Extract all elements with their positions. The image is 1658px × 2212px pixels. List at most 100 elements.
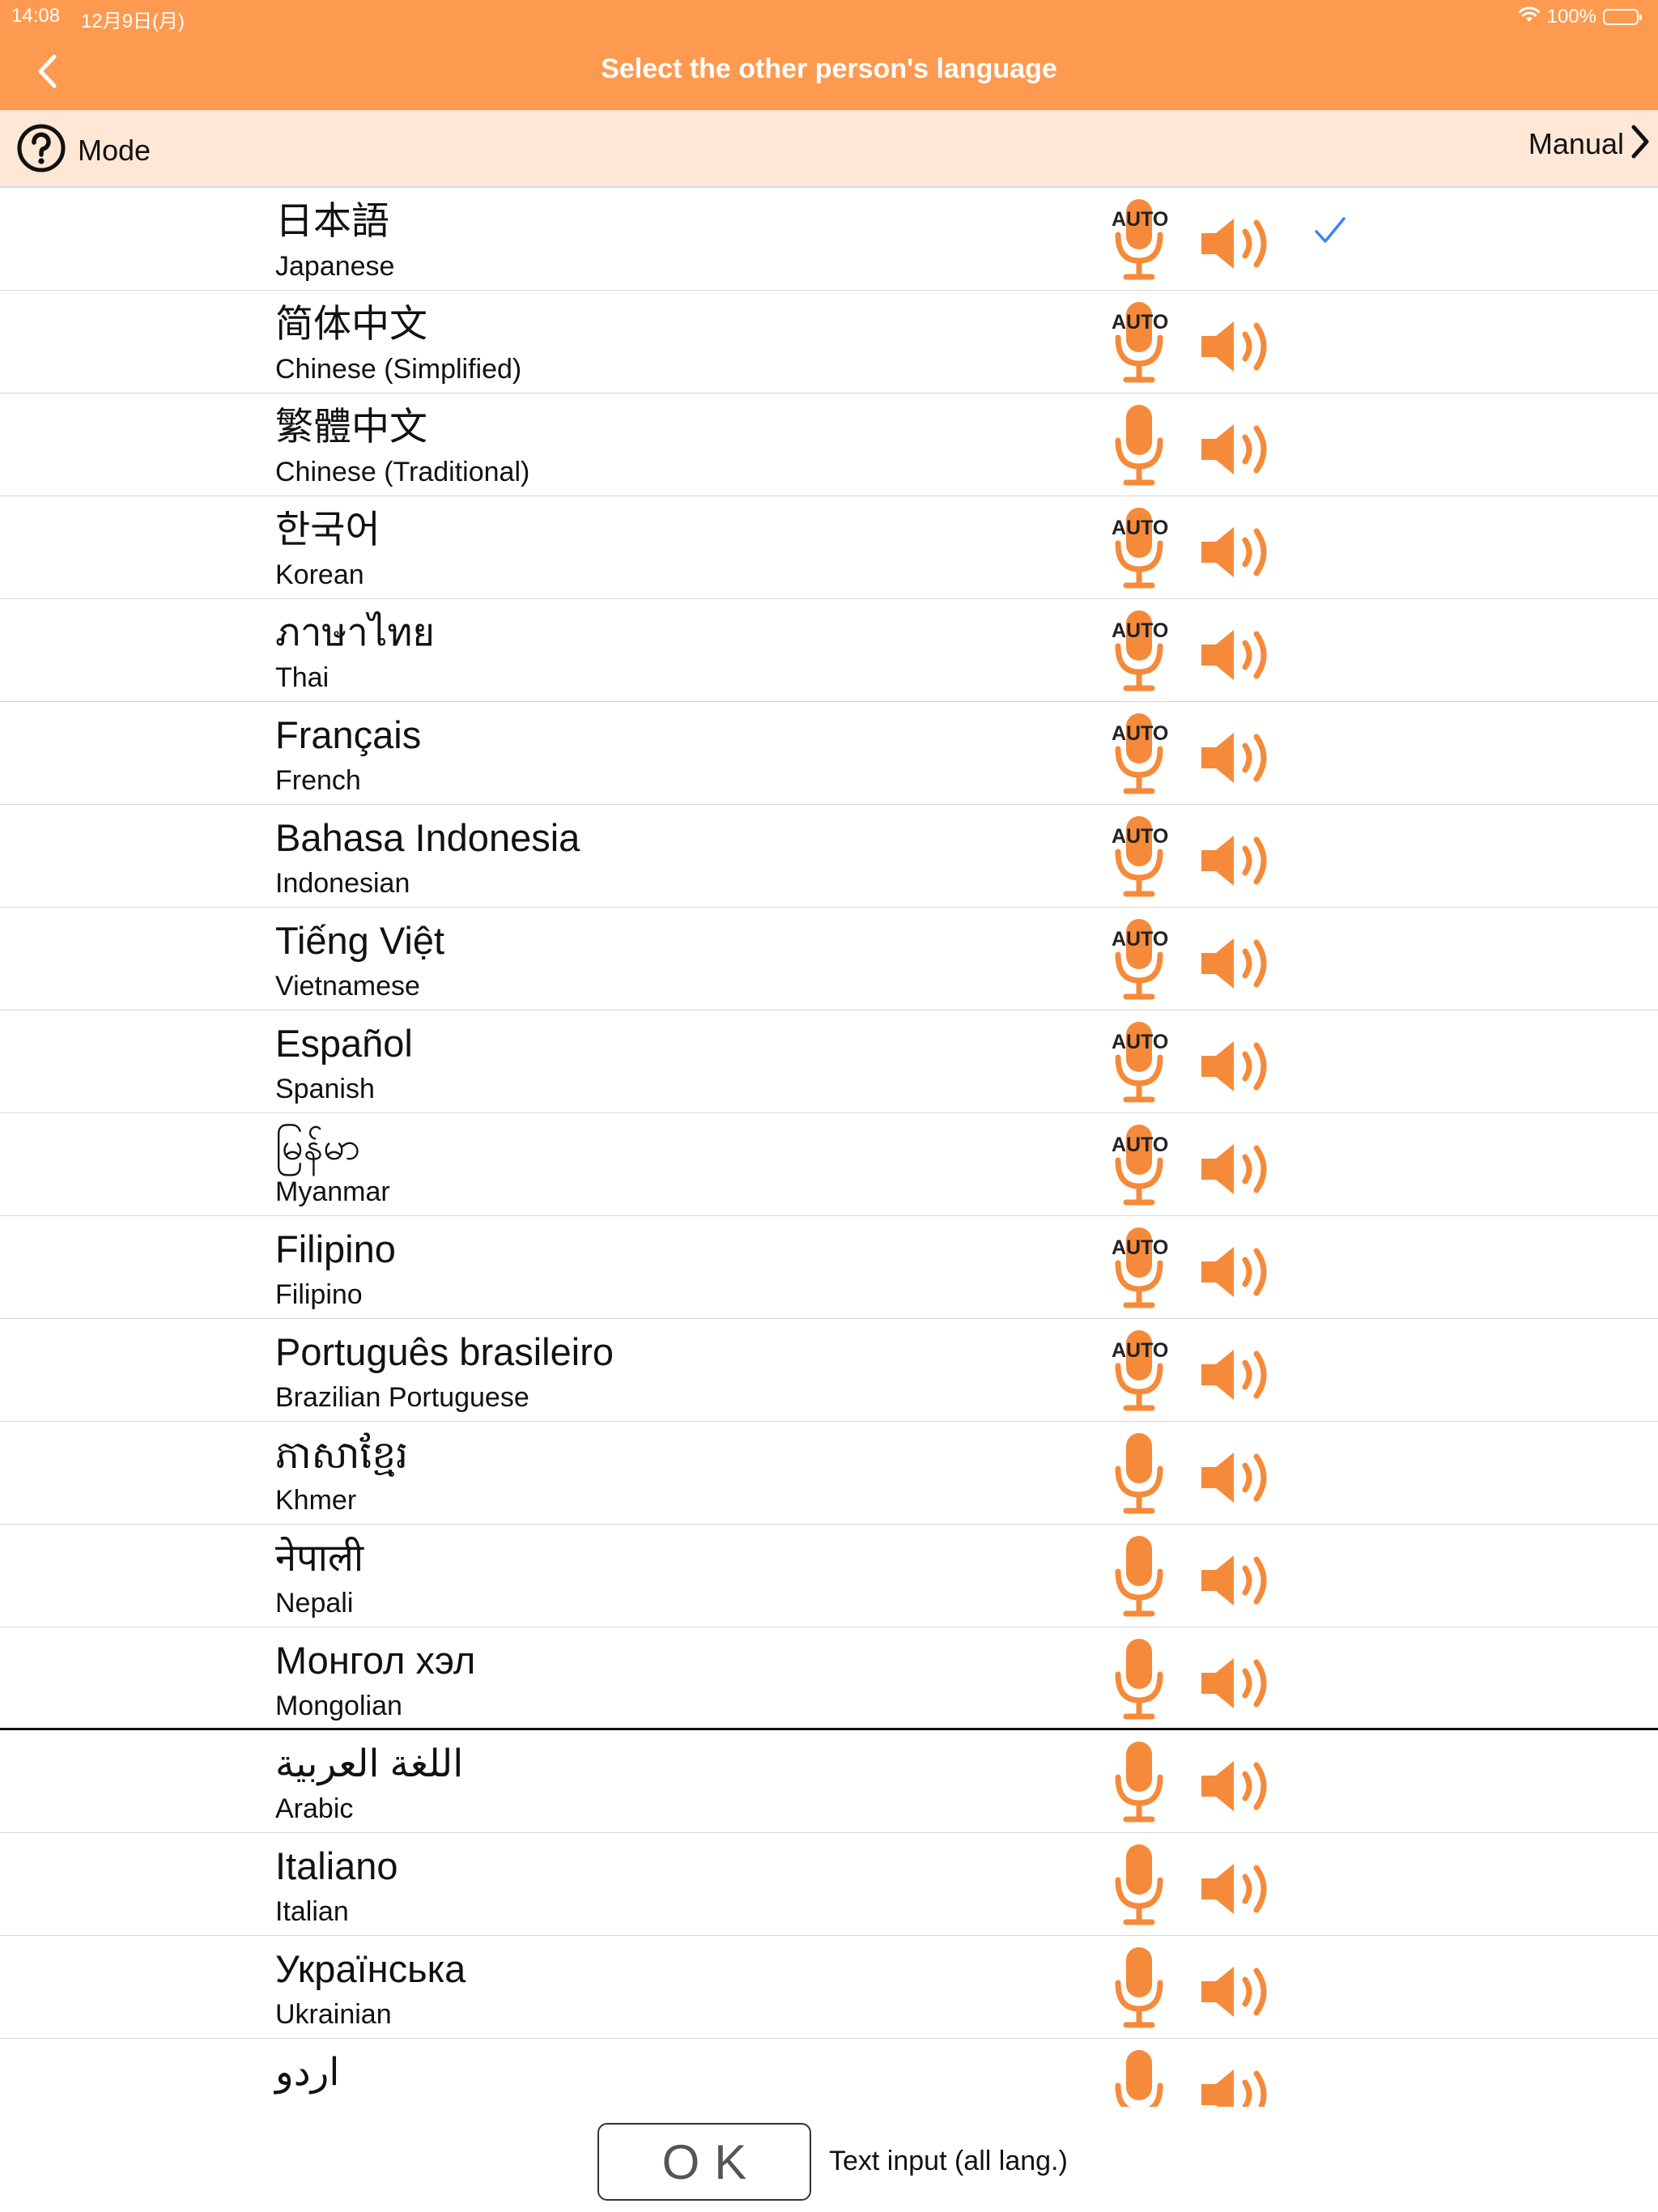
language-row[interactable]: 简体中文 Chinese (Simplified) AUTO xyxy=(0,291,1658,393)
chevron-right-icon xyxy=(1629,123,1652,164)
speaker-icon[interactable] xyxy=(1198,1758,1276,1814)
language-native-name: 日本語 xyxy=(275,199,389,242)
language-row[interactable]: 한국어 Korean AUTO xyxy=(0,496,1658,599)
language-native-name: Filipino xyxy=(275,1227,396,1270)
checkmark-icon xyxy=(1313,214,1347,248)
microphone-icon[interactable] xyxy=(1113,1431,1165,1519)
language-row[interactable]: 日本語 Japanese AUTO xyxy=(0,188,1658,291)
language-row[interactable]: Italiano Italian xyxy=(0,1833,1658,1936)
language-row[interactable]: Tiếng Việt Vietnamese AUTO xyxy=(0,908,1658,1010)
speaker-icon[interactable] xyxy=(1198,524,1276,581)
microphone-icon[interactable]: AUTO xyxy=(1112,609,1168,696)
auto-badge: AUTO xyxy=(1112,311,1169,334)
auto-badge: AUTO xyxy=(1112,517,1169,539)
language-row[interactable]: Español Spanish AUTO xyxy=(0,1010,1658,1113)
speaker-icon[interactable] xyxy=(1198,1038,1276,1095)
language-row[interactable]: Filipino Filipino AUTO xyxy=(0,1216,1658,1319)
microphone-icon[interactable]: AUTO xyxy=(1112,712,1169,799)
auto-badge: AUTO xyxy=(1112,1134,1169,1156)
language-english-name: Myanmar xyxy=(275,1176,390,1207)
language-english-name: French xyxy=(275,765,361,796)
language-row[interactable]: Bahasa Indonesia Indonesian AUTO xyxy=(0,805,1658,908)
microphone-icon[interactable]: AUTO xyxy=(1112,198,1168,285)
speaker-icon[interactable] xyxy=(1198,1861,1276,1917)
language-english-name: Filipino xyxy=(275,1279,363,1310)
speaker-icon[interactable] xyxy=(1198,1552,1276,1609)
mode-label: Mode xyxy=(78,133,151,167)
auto-badge: AUTO xyxy=(1112,1031,1169,1053)
language-row[interactable]: اللغة العربية Arabic xyxy=(0,1730,1658,1833)
language-english-name: Brazilian Portuguese xyxy=(275,1382,529,1413)
microphone-icon[interactable] xyxy=(1113,1843,1165,1930)
navigation-bar: 14:08 12月9日(月) 100% Select the other per… xyxy=(0,0,1658,110)
language-row[interactable]: Français French AUTO xyxy=(0,702,1658,805)
status-indicators: 100% xyxy=(1518,3,1642,31)
microphone-icon[interactable]: AUTO xyxy=(1112,1123,1169,1210)
microphone-icon[interactable]: AUTO xyxy=(1112,300,1169,388)
speaker-icon[interactable] xyxy=(1198,1963,1276,2020)
language-row[interactable]: ภาษาไทย Thai AUTO xyxy=(0,599,1658,702)
speaker-icon[interactable] xyxy=(1198,1346,1276,1403)
auto-badge: AUTO xyxy=(1112,825,1169,848)
microphone-icon[interactable]: AUTO xyxy=(1112,1329,1169,1416)
microphone-icon[interactable] xyxy=(1113,403,1165,491)
ok-button[interactable]: OK xyxy=(597,2123,811,2201)
speaker-icon[interactable] xyxy=(1198,1449,1276,1506)
microphone-icon[interactable]: AUTO xyxy=(1112,506,1169,593)
speaker-icon[interactable] xyxy=(1198,1141,1276,1197)
microphone-icon[interactable]: AUTO xyxy=(1112,917,1169,1005)
auto-badge: AUTO xyxy=(1112,1339,1169,1362)
speaker-icon[interactable] xyxy=(1198,318,1276,375)
language-native-name: Bahasa Indonesia xyxy=(275,816,580,859)
microphone-icon[interactable] xyxy=(1113,1946,1165,2033)
microphone-icon[interactable]: AUTO xyxy=(1112,815,1169,902)
bottom-bar: OK Text input (all lang.) xyxy=(0,2107,1658,2212)
microphone-icon[interactable]: AUTO xyxy=(1112,1020,1169,1108)
wifi-icon xyxy=(1518,6,1541,29)
microphone-icon[interactable] xyxy=(1113,1534,1165,1622)
language-english-name: Chinese (Simplified) xyxy=(275,354,522,385)
mode-selector[interactable]: Manual xyxy=(1528,123,1652,164)
auto-badge: AUTO xyxy=(1112,928,1169,951)
language-native-name: 繁體中文 xyxy=(275,405,427,448)
language-native-name: Українська xyxy=(275,1947,466,1990)
language-native-name: ភាសាខ្មែរ xyxy=(275,1433,409,1476)
language-english-name: Spanish xyxy=(275,1074,375,1104)
battery-percent: 100% xyxy=(1546,6,1596,28)
language-row[interactable]: नेपाली Nepali xyxy=(0,1525,1658,1627)
language-row[interactable]: Português brasileiro Brazilian Portugues… xyxy=(0,1319,1658,1422)
speaker-icon[interactable] xyxy=(1198,1655,1276,1712)
text-input-button[interactable]: Text input (all lang.) xyxy=(829,2146,1068,2177)
speaker-icon[interactable] xyxy=(1198,421,1276,478)
speaker-icon[interactable] xyxy=(1198,832,1276,889)
language-english-name: Chinese (Traditional) xyxy=(275,457,530,487)
microphone-icon[interactable]: AUTO xyxy=(1112,1226,1169,1313)
language-native-name: नेपाली xyxy=(275,1536,363,1579)
auto-badge: AUTO xyxy=(1112,1236,1169,1259)
language-native-name: Tiếng Việt xyxy=(275,919,445,962)
language-native-name: اللغة العربية xyxy=(275,1742,464,1784)
language-native-name: Монгол хэл xyxy=(275,1639,476,1682)
page-title: Select the other person's language xyxy=(601,53,1057,84)
language-english-name: Nepali xyxy=(275,1588,354,1619)
status-time: 14:08 xyxy=(11,5,61,27)
language-row[interactable]: 繁體中文 Chinese (Traditional) xyxy=(0,393,1658,496)
language-row[interactable]: Українська Ukrainian xyxy=(0,1936,1658,2039)
language-native-name: Español xyxy=(275,1022,413,1065)
language-row[interactable]: Монгол хэл Mongolian xyxy=(0,1627,1658,1730)
language-english-name: Vietnamese xyxy=(275,971,420,1002)
speaker-icon[interactable] xyxy=(1198,730,1276,786)
language-row[interactable]: ភាសាខ្មែរ Khmer xyxy=(0,1422,1658,1525)
language-row[interactable]: မြန်မာ Myanmar AUTO xyxy=(0,1113,1658,1216)
speaker-icon[interactable] xyxy=(1198,1244,1276,1300)
language-native-name: မြန်မာ xyxy=(275,1125,361,1168)
speaker-icon[interactable] xyxy=(1198,935,1276,992)
mode-help-button[interactable]: Mode xyxy=(16,123,151,177)
speaker-icon[interactable] xyxy=(1198,627,1276,683)
language-english-name: Thai xyxy=(275,662,329,693)
microphone-icon[interactable] xyxy=(1113,1637,1165,1725)
microphone-icon[interactable] xyxy=(1113,1740,1165,1827)
auto-badge: AUTO xyxy=(1112,722,1169,745)
language-english-name: Ukrainian xyxy=(275,1999,392,2030)
speaker-icon[interactable] xyxy=(1198,215,1276,272)
